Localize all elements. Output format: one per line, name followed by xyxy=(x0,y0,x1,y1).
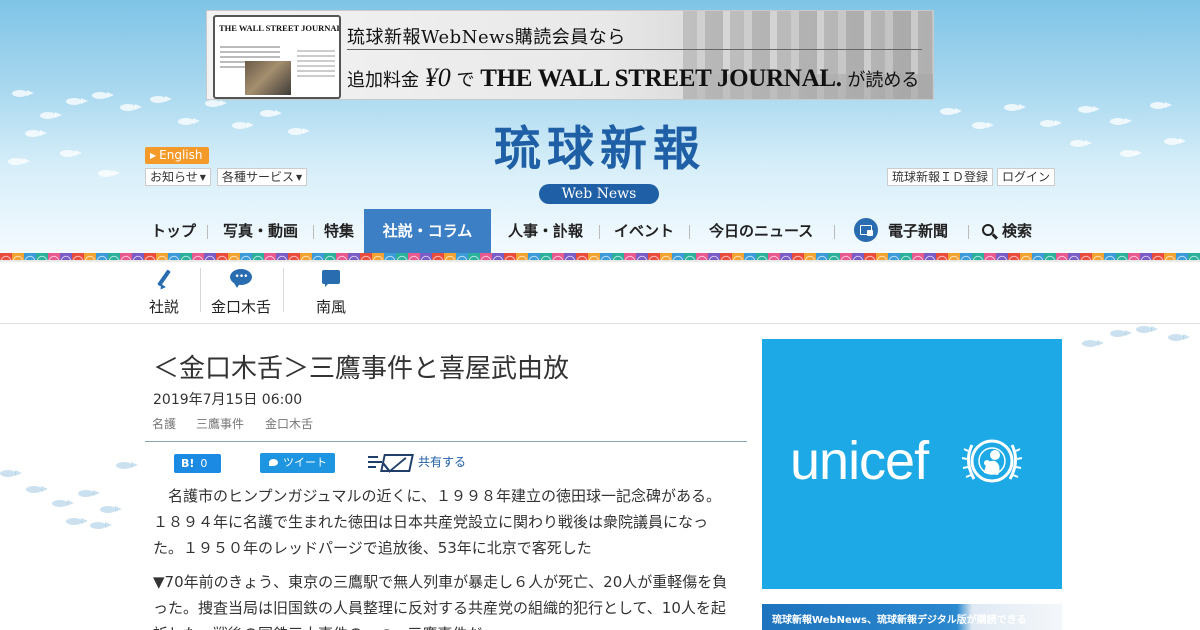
english-label: English xyxy=(159,148,203,162)
notice-dropdown[interactable]: お知らせ ▼ xyxy=(145,168,211,186)
e-newspaper-icon xyxy=(854,217,878,242)
tweet-button[interactable]: ツイート xyxy=(260,453,335,473)
ad-offer-price: ¥0 xyxy=(424,63,451,92)
search-icon xyxy=(982,224,994,236)
article-date: 2019年7月15日 06:00 xyxy=(153,392,303,408)
play-arrow-icon: ▶ xyxy=(150,151,157,160)
hatena-count: 0 xyxy=(200,457,208,470)
twitter-bird-icon xyxy=(269,459,278,466)
ad-offer-brand: THE WALL STREET JOURNAL. xyxy=(480,65,842,92)
ad-offer-mid: で xyxy=(456,70,475,91)
search-label: 検索 xyxy=(1002,222,1033,240)
subnav-item-editorial[interactable]: 社説 xyxy=(134,268,194,317)
services-dropdown[interactable]: 各種サービス ▼ xyxy=(217,168,308,186)
tag-link[interactable]: 金口木舌 xyxy=(265,415,313,432)
site-logo-subtitle[interactable]: Web News xyxy=(539,184,659,204)
mail-icon xyxy=(380,453,414,472)
login-button[interactable]: ログイン xyxy=(997,168,1056,186)
nav-item-features[interactable]: 特集 xyxy=(324,209,354,253)
caret-down-icon: ▼ xyxy=(296,173,303,182)
tweet-label: ツイート xyxy=(283,456,327,469)
share-mail-label: 共有する xyxy=(418,455,467,469)
ad-laptop-masthead: THE WALL STREET JOURNAL. xyxy=(219,23,339,33)
unicef-emblem-icon xyxy=(961,439,1023,483)
global-nav: トップ 写真・動画 特集 社説・コラム 人事・訃報 イベント 今日のニュース 電… xyxy=(0,209,1200,253)
tag-link[interactable]: 名護 xyxy=(152,415,176,432)
nav-item-events[interactable]: イベント xyxy=(614,209,674,253)
nav-item-personnel-obituary[interactable]: 人事・訃報 xyxy=(508,209,583,253)
ad-offer-suffix: が読める xyxy=(847,70,920,91)
services-label: 各種サービス xyxy=(222,170,295,184)
nav-item-photo-video[interactable]: 写真・動画 xyxy=(223,209,298,253)
decorative-wave-pattern xyxy=(0,253,1200,260)
article-paragraph: 名護市のヒンプンガジュマルの近くに、１９９８年建立の徳田球一記念碑がある。１８９… xyxy=(153,487,722,557)
ad-headline: 琉球新報WebNews購読会員なら xyxy=(347,27,626,48)
unicef-ad[interactable]: unicef xyxy=(762,339,1062,589)
nav-item-e-newspaper[interactable]: 電子新聞 xyxy=(854,209,948,253)
tag-link[interactable]: 三鷹事件 xyxy=(196,415,244,432)
nav-item-todays-news[interactable]: 今日のニュース xyxy=(709,209,813,253)
speech-bubble-icon xyxy=(230,268,252,292)
article-paragraph: ▼70年前のきょう、東京の三鷹駅で無人列車が暴走し６人が死亡、20人が重軽傷を負… xyxy=(153,573,728,630)
e-newspaper-label: 電子新聞 xyxy=(888,222,949,240)
register-id-button[interactable]: 琉球新報ＩＤ登録 xyxy=(887,168,994,186)
note-icon xyxy=(321,268,341,292)
webnews-promo-banner[interactable]: 琉球新報WebNews、琉球新報デジタル版が購読できる xyxy=(762,604,1062,630)
notice-label: お知らせ xyxy=(150,170,198,184)
article-body: 名護市のヒンプンガジュマルの近くに、１９９８年建立の徳田球一記念碑がある。１８９… xyxy=(153,483,731,630)
english-button[interactable]: ▶ English xyxy=(145,147,209,164)
subnav-label-kinkuchi-bokuzetsu: 金口木舌 xyxy=(210,298,271,316)
wsj-ad-banner[interactable]: THE WALL STREET JOURNAL. 琉球新報WebNews購読会員… xyxy=(206,10,934,100)
webnews-promo-text: 琉球新報WebNews、琉球新報デジタル版が購読できる xyxy=(772,615,1027,626)
subnav-item-kinkuchi-bokuzetsu[interactable]: 金口木舌 xyxy=(202,268,280,317)
hatena-bookmark-button[interactable]: B! 0 xyxy=(174,454,221,473)
nav-item-top[interactable]: トップ xyxy=(151,209,196,253)
article-title: ＜金口木舌＞三鷹事件と喜屋武由放 xyxy=(153,354,570,384)
share-mail-button[interactable]: 共有する xyxy=(368,453,466,475)
site-logo[interactable]: 琉球新報 xyxy=(440,120,760,180)
unicef-wordmark: unicef xyxy=(790,431,929,491)
subnav-label-editorial: 社説 xyxy=(148,298,179,316)
subnav-label-haebaru: 南風 xyxy=(315,298,346,316)
nav-item-search[interactable]: 検索 xyxy=(982,209,1032,253)
ad-offer: 追加料金 ¥0 で THE WALL STREET JOURNAL. が読める xyxy=(347,63,919,93)
nav-item-editorial-column[interactable]: 社説・コラム xyxy=(364,209,491,253)
hatena-icon: B! xyxy=(181,457,195,470)
subnav-item-haebaru[interactable]: 南風 xyxy=(301,268,361,317)
ad-laptop-image: THE WALL STREET JOURNAL. xyxy=(213,15,341,99)
pen-icon xyxy=(152,268,176,292)
caret-down-icon: ▼ xyxy=(199,173,206,182)
ad-offer-prefix: 追加料金 xyxy=(347,70,419,91)
